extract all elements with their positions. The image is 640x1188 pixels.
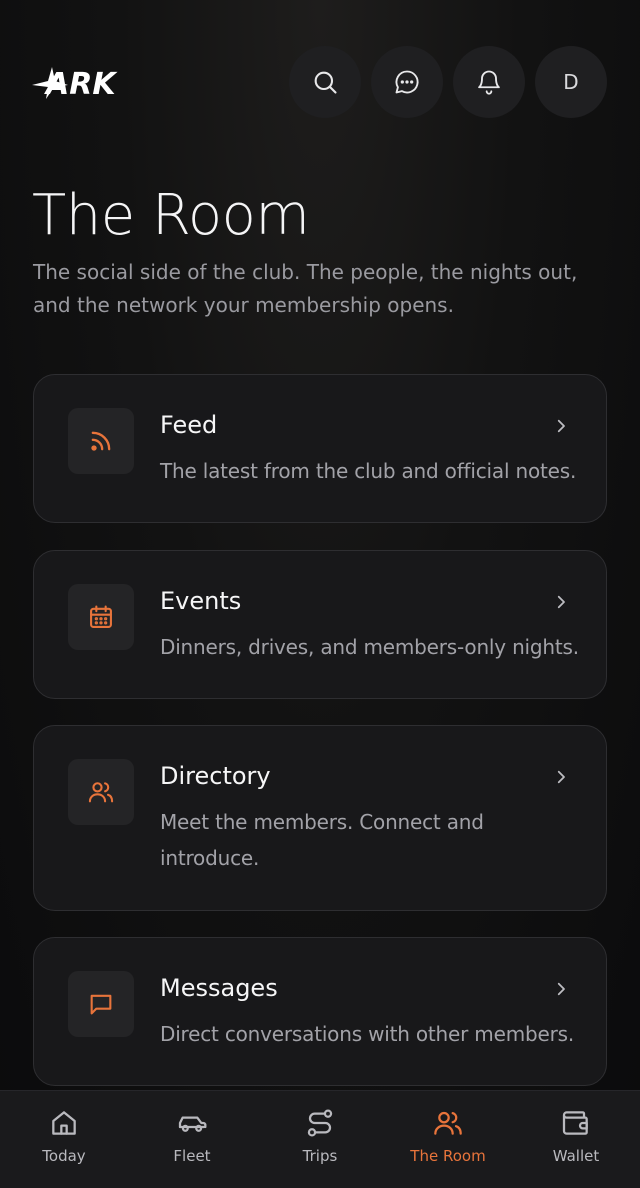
header: ARK D <box>32 46 607 118</box>
route-icon <box>307 1109 333 1137</box>
nav-trips[interactable]: Trips <box>256 1091 384 1188</box>
users-icon <box>88 782 114 803</box>
directory-title: Directory <box>160 762 271 790</box>
chevron-right-icon <box>557 595 565 609</box>
nav-the-room[interactable]: The Room <box>384 1091 512 1188</box>
bottom-nav: Today Fleet Trips The Room Wallet <box>0 1090 640 1188</box>
directory-icon-tile <box>68 759 134 825</box>
nav-wallet[interactable]: Wallet <box>512 1091 640 1188</box>
feed-title: Feed <box>160 411 218 439</box>
directory-card[interactable]: Directory Meet the members. Connect and … <box>33 725 607 911</box>
nav-trips-label: Trips <box>302 1147 338 1165</box>
avatar-button[interactable]: D <box>535 46 607 118</box>
users-icon <box>434 1111 462 1135</box>
messages-button[interactable] <box>371 46 443 118</box>
feed-icon-tile <box>68 408 134 474</box>
notifications-button[interactable] <box>453 46 525 118</box>
message-square-icon <box>90 994 112 1015</box>
messages-description: Direct conversations with other members. <box>160 1022 574 1046</box>
page-subtitle: The social side of the club. The people,… <box>33 260 578 317</box>
nav-fleet[interactable]: Fleet <box>128 1091 256 1188</box>
screen: ARK D The Room The social side of the cl… <box>0 0 640 1188</box>
events-card[interactable]: Events Dinners, drives, and members-only… <box>33 550 607 699</box>
calendar-icon <box>90 605 112 628</box>
chevron-right-icon <box>557 419 565 433</box>
events-title: Events <box>160 587 242 615</box>
directory-description: Meet the members. Connect and introduce. <box>160 810 484 870</box>
bell-icon <box>478 70 500 95</box>
page-title: The Room <box>32 183 310 248</box>
search-button[interactable] <box>289 46 361 118</box>
wallet-icon <box>562 1111 588 1135</box>
nav-the-room-label: The Room <box>410 1147 486 1165</box>
home-icon <box>52 1111 76 1135</box>
nav-today-label: Today <box>42 1147 86 1165</box>
chat-bubble-icon <box>395 70 419 94</box>
messages-icon-tile <box>68 971 134 1037</box>
rss-icon <box>91 431 111 451</box>
messages-card[interactable]: Messages Direct conversations with other… <box>33 937 607 1086</box>
nav-today[interactable]: Today <box>0 1091 128 1188</box>
feed-card[interactable]: Feed The latest from the club and offici… <box>33 374 607 523</box>
chevron-right-icon <box>557 982 565 996</box>
search-icon <box>314 71 337 94</box>
car-icon <box>178 1116 207 1132</box>
chevron-right-icon <box>557 770 565 784</box>
feed-description: The latest from the club and official no… <box>160 459 577 483</box>
messages-title: Messages <box>160 974 278 1002</box>
ark-logo[interactable]: ARK <box>32 65 140 99</box>
events-description: Dinners, drives, and members-only nights… <box>160 635 579 659</box>
avatar-initial: D <box>563 70 579 94</box>
nav-wallet-label: Wallet <box>552 1147 600 1165</box>
header-actions: D <box>289 46 607 118</box>
events-icon-tile <box>68 584 134 650</box>
nav-fleet-label: Fleet <box>173 1147 211 1165</box>
